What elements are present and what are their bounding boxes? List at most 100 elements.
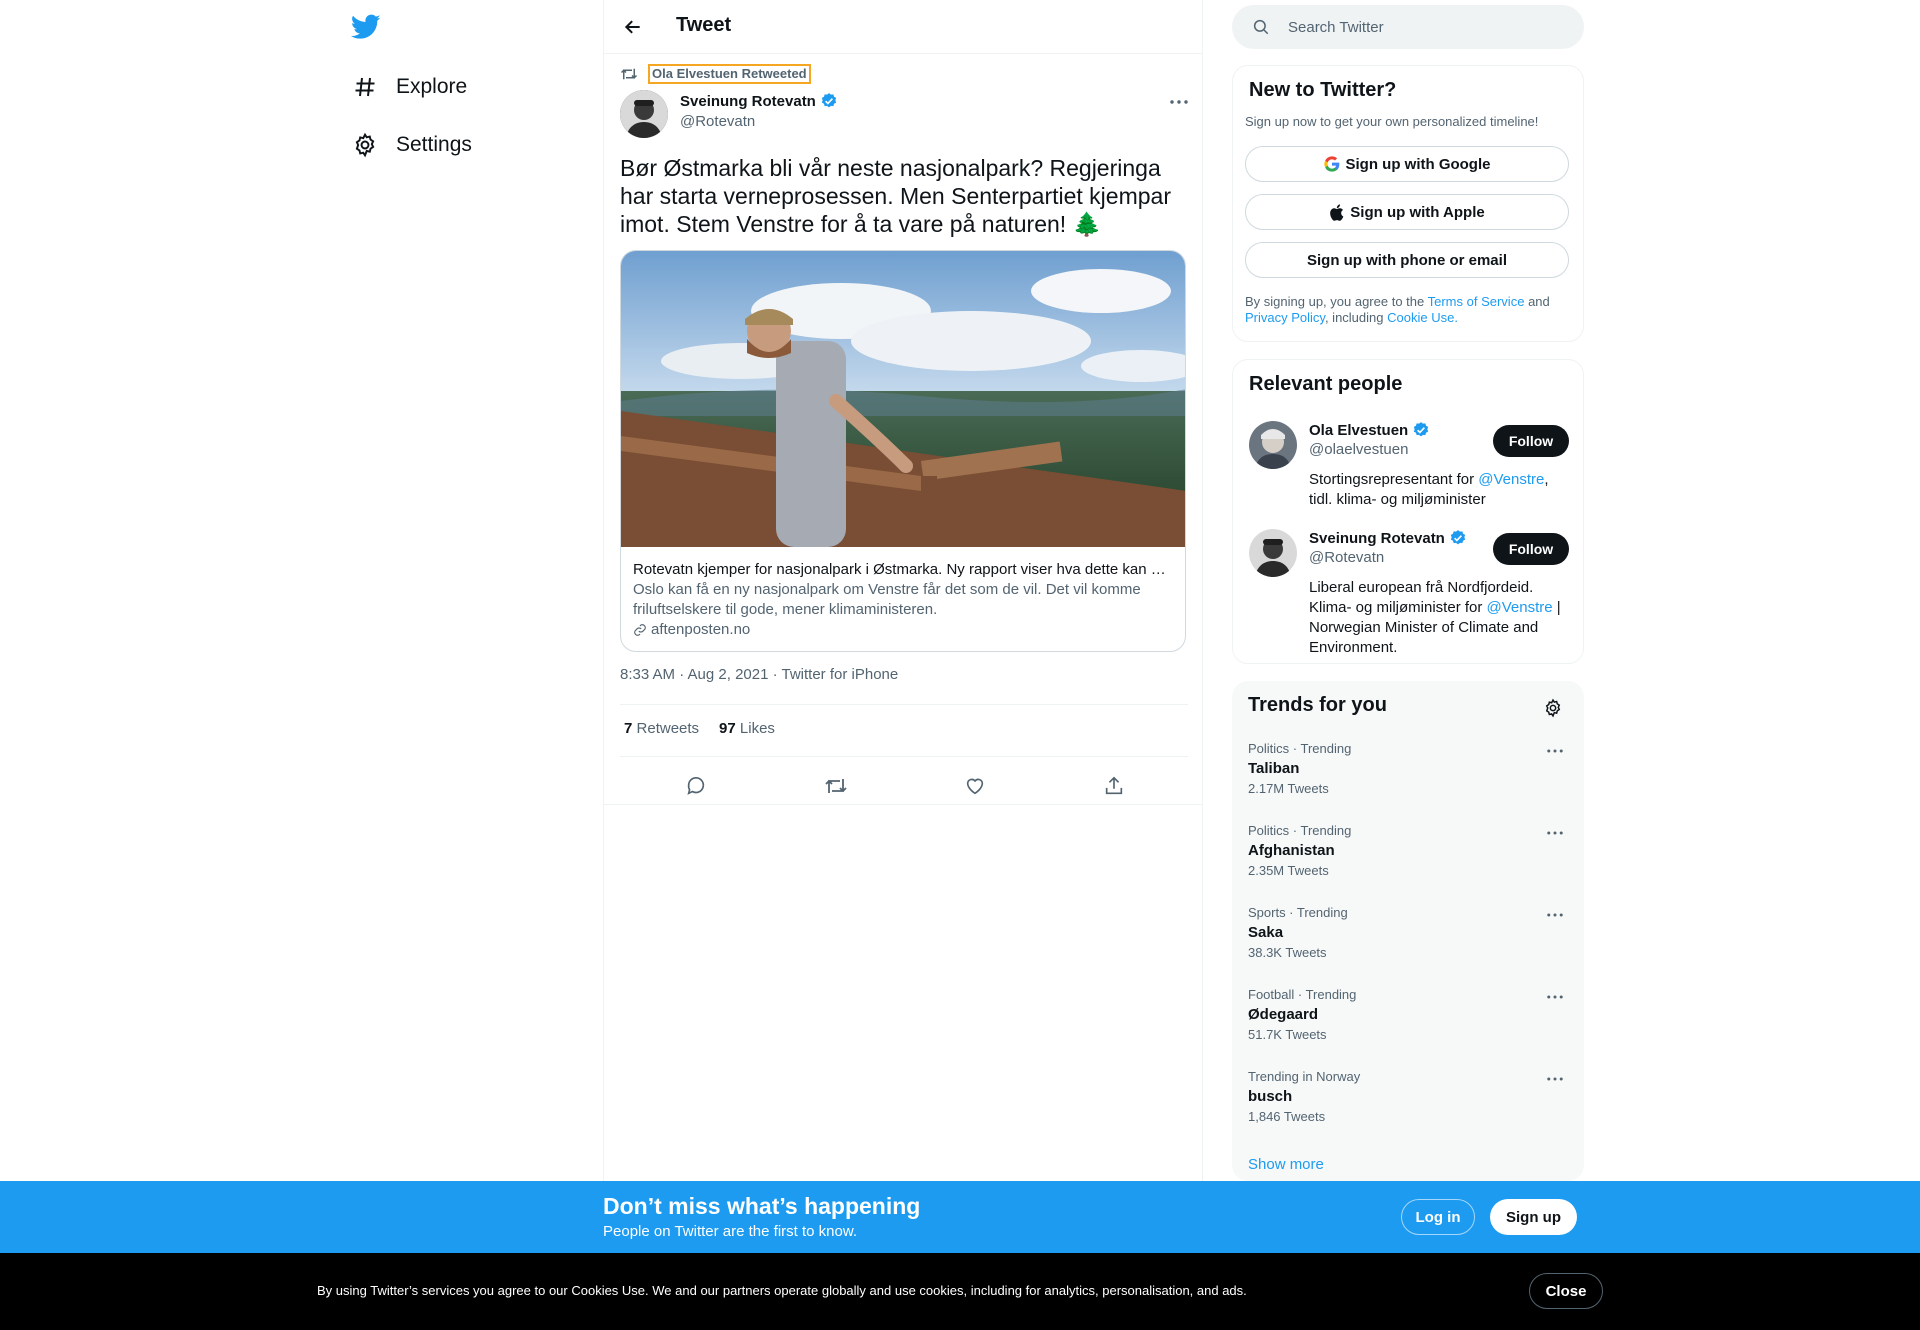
likes-stat[interactable]: 97 Likes [719, 720, 775, 737]
divider [620, 756, 1188, 757]
signup-legal: By signing up, you agree to the Terms of… [1245, 294, 1575, 326]
person-handle: @Rotevatn [1309, 549, 1385, 566]
author-avatar[interactable] [620, 90, 668, 138]
main-column: Tweet Ola Elvestuen Retweeted Sveinung R… [603, 0, 1203, 1330]
verified-badge-icon [820, 92, 838, 110]
more-options-icon[interactable] [1542, 823, 1568, 843]
retweeted-by-link[interactable]: Ola Elvestuen Retweeted [648, 64, 811, 84]
trend-item[interactable]: Politics · Trending Afghanistan 2.35M Tw… [1248, 823, 1568, 878]
divider [620, 704, 1188, 705]
bottom-signup-banner: Don’t miss what’s happening People on Tw… [0, 1181, 1920, 1253]
more-options-icon[interactable] [1542, 987, 1568, 1007]
share-icon[interactable] [1094, 766, 1134, 806]
trend-item[interactable]: Football · Trending Ødegaard 51.7K Tweet… [1248, 987, 1568, 1042]
privacy-link[interactable]: Privacy Policy [1245, 310, 1325, 325]
login-button[interactable]: Log in [1401, 1199, 1475, 1235]
trend-item[interactable]: Trending in Norway busch 1,846 Tweets [1248, 1069, 1568, 1124]
verified-badge-icon [1449, 529, 1467, 547]
banner-headline: Don’t miss what’s happening [603, 1193, 921, 1219]
author-handle: @Rotevatn [680, 113, 756, 130]
trend-count: 51.7K Tweets [1248, 1027, 1327, 1042]
signup-apple-button[interactable]: Sign up with Apple [1245, 194, 1569, 230]
card-title: Rotevatn kjemper for nasjonalpark i Østm… [633, 561, 1173, 578]
signup-phone-label: Sign up with phone or email [1306, 251, 1507, 269]
relevant-people-title: Relevant people [1249, 373, 1403, 395]
follow-button[interactable]: Follow [1493, 425, 1569, 457]
search-bar[interactable] [1232, 5, 1584, 49]
link-card[interactable]: Rotevatn kjemper for nasjonalpark i Østm… [620, 250, 1186, 652]
show-more-link[interactable]: Show more [1248, 1156, 1324, 1173]
terms-link[interactable]: Terms of Service [1428, 294, 1525, 309]
tweet-timestamp[interactable]: 8:33 AM · Aug 2, 2021 · Twitter for iPho… [620, 666, 898, 683]
trend-category: Sports · Trending [1248, 905, 1348, 920]
nav-settings[interactable]: Settings [350, 125, 472, 165]
page-title: Tweet [676, 14, 732, 36]
author-name: Sveinung Rotevatn [680, 92, 816, 110]
more-options-icon[interactable] [1542, 905, 1568, 925]
apple-icon [1329, 203, 1344, 221]
person-info: Sveinung Rotevatn @Rotevatn [1309, 529, 1479, 566]
venstre-mention-link[interactable]: @Venstre [1487, 599, 1553, 616]
retweets-stat[interactable]: 7 Retweets [624, 720, 699, 737]
card-text: Rotevatn kjemper for nasjonalpark i Østm… [633, 560, 1173, 640]
header: Tweet [604, 0, 1202, 54]
verified-badge-icon [1412, 421, 1430, 439]
hashtag-icon [350, 72, 380, 102]
signup-button[interactable]: Sign up [1490, 1199, 1577, 1235]
cookie-use-link[interactable]: Cookie Use. [1387, 310, 1458, 325]
person-handle: @olaelvestuen [1309, 441, 1409, 458]
reply-icon[interactable] [676, 766, 716, 806]
legal-including: , including [1324, 310, 1384, 325]
retweet-small-icon [620, 66, 638, 82]
trend-item[interactable]: Sports · Trending Saka 38.3K Tweets [1248, 905, 1568, 960]
venstre-mention-link[interactable]: @Venstre [1478, 471, 1544, 488]
more-options-icon[interactable] [1164, 92, 1194, 112]
nav-explore[interactable]: Explore [350, 67, 467, 107]
person-name: Sveinung Rotevatn [1309, 529, 1445, 547]
trend-name: Saka [1248, 924, 1284, 941]
retweet-icon[interactable] [816, 766, 856, 806]
trend-count: 38.3K Tweets [1248, 945, 1327, 960]
signup-box: New to Twitter? Sign up now to get your … [1232, 65, 1584, 342]
likes-label: Likes [739, 720, 775, 737]
back-arrow-icon[interactable] [620, 14, 646, 40]
likes-count: 97 [719, 720, 736, 737]
cookie-close-button[interactable]: Close [1529, 1273, 1603, 1309]
person-name-row: Ola Elvestuen [1309, 421, 1479, 439]
person-avatar[interactable] [1249, 421, 1297, 469]
nav-settings-label: Settings [396, 133, 472, 156]
trend-name: busch [1248, 1088, 1293, 1105]
signup-phone-button[interactable]: Sign up with phone or email [1245, 242, 1569, 278]
more-options-icon[interactable] [1542, 1069, 1568, 1089]
person-name-row: Sveinung Rotevatn [1309, 529, 1479, 547]
author-name-row[interactable]: Sveinung Rotevatn [680, 92, 838, 110]
signup-google-label: Sign up with Google [1345, 155, 1491, 173]
banner-subline: People on Twitter are the first to know. [603, 1223, 858, 1240]
retweets-label: Retweets [636, 720, 700, 737]
twitter-logo-icon[interactable] [351, 14, 381, 40]
person-info: Ola Elvestuen @olaelvestuen [1309, 421, 1479, 458]
trend-category: Politics · Trending [1248, 741, 1352, 756]
signup-google-button[interactable]: Sign up with Google [1245, 146, 1569, 182]
retweet-context: Ola Elvestuen Retweeted [620, 64, 811, 84]
author-block: Sveinung Rotevatn @Rotevatn [680, 92, 838, 130]
retweets-count: 7 [624, 720, 633, 737]
search-input[interactable] [1288, 18, 1548, 36]
trend-category: Football · Trending [1248, 987, 1357, 1002]
google-icon [1323, 156, 1340, 172]
trend-item[interactable]: Politics · Trending Taliban 2.17M Tweets [1248, 741, 1568, 796]
card-image [621, 251, 1185, 547]
follow-button[interactable]: Follow [1493, 533, 1569, 565]
bio-text: , [1544, 471, 1549, 488]
gear-icon [350, 130, 380, 160]
bio-text: tidl. klima- og miljøminister [1309, 491, 1486, 508]
tweet-text: Bør Østmarka bli vår neste nasjonalpark?… [620, 155, 1171, 237]
like-heart-icon[interactable] [955, 766, 995, 806]
legal-prefix: By signing up, you agree to the [1245, 294, 1425, 309]
trends-settings-gear-icon[interactable] [1538, 693, 1568, 723]
person-bio: Liberal european frå Nordfjordeid. Klima… [1309, 578, 1571, 658]
more-options-icon[interactable] [1542, 741, 1568, 761]
person-bio: Stortingsrepresentant for @Venstre, tidl… [1309, 470, 1571, 510]
person-avatar[interactable] [1249, 529, 1297, 577]
trend-name: Afghanistan [1248, 842, 1335, 859]
